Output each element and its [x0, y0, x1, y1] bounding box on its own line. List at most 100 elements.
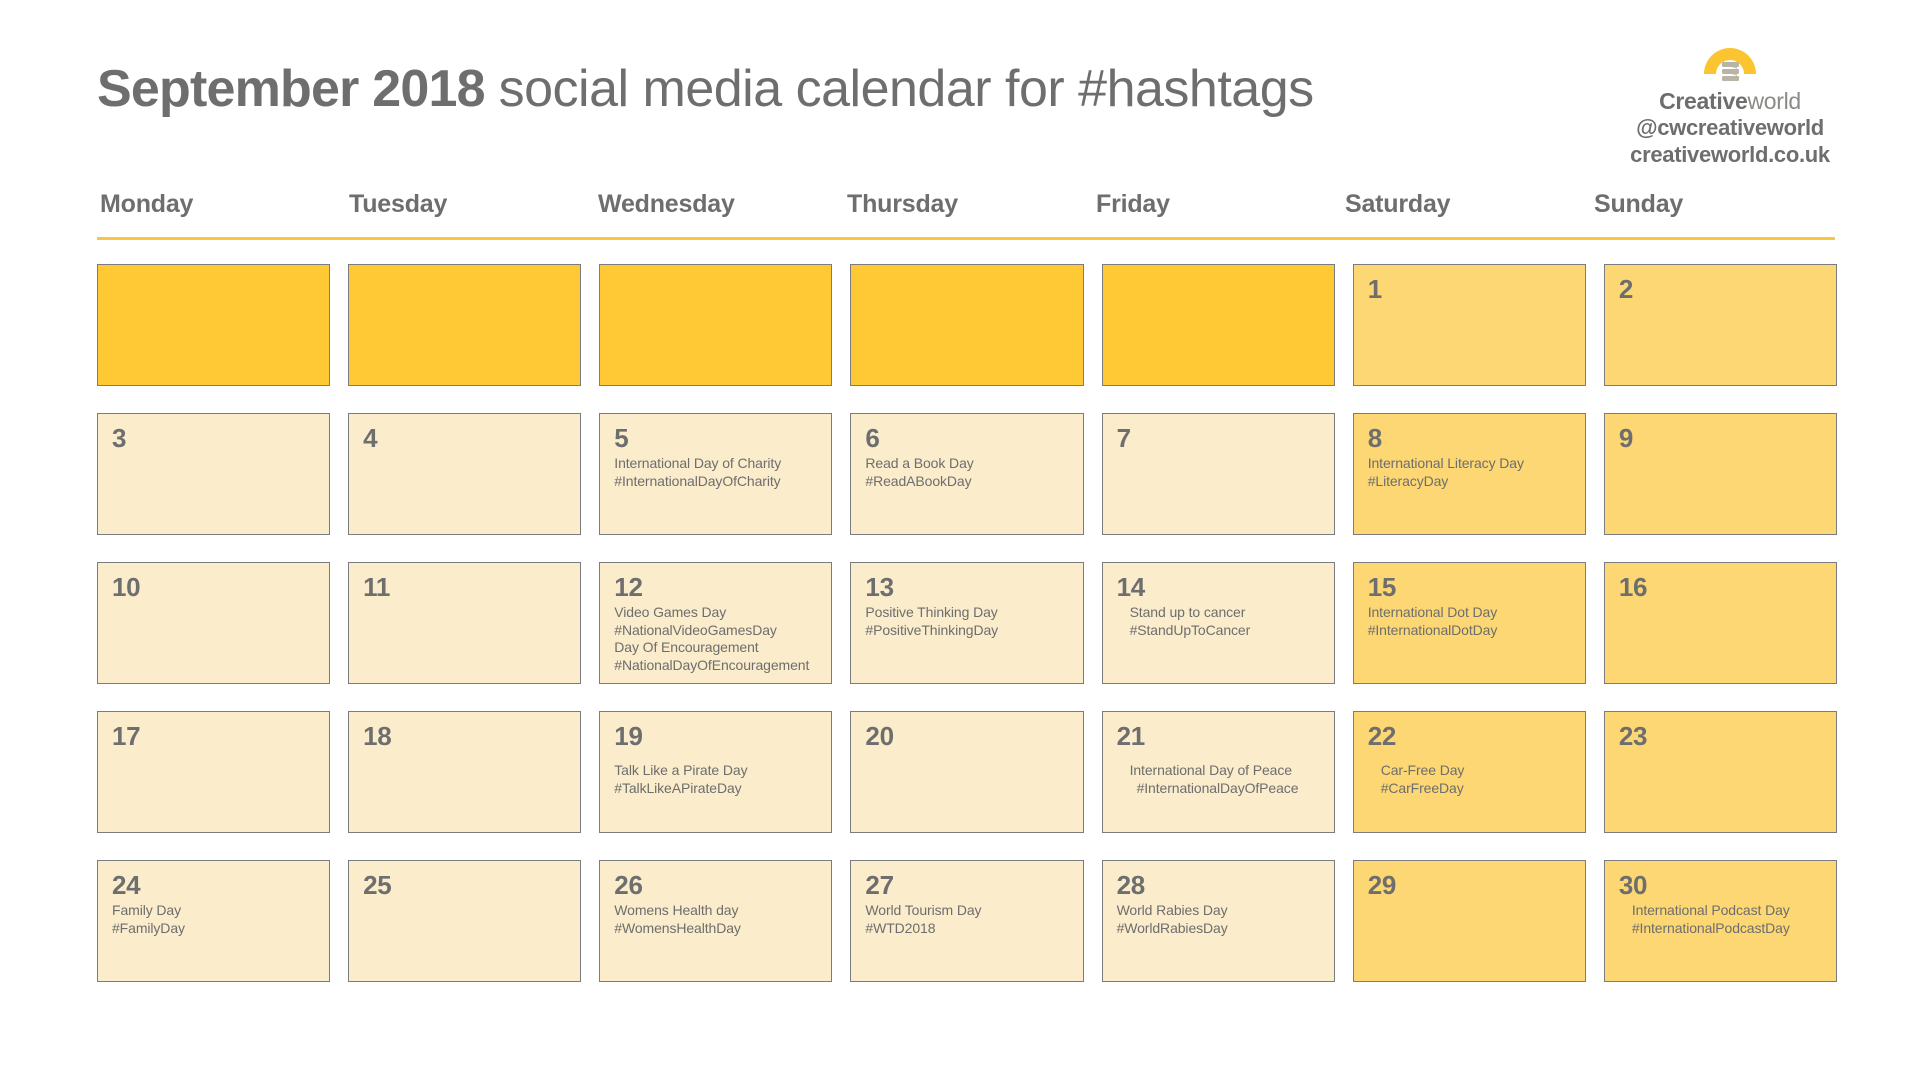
event-hashtag: #InternationalDotDay [1367, 621, 1498, 638]
day-events: World Tourism Day #WTD2018 [865, 902, 1070, 937]
calendar-day-cell-1[interactable]: 1 [1352, 264, 1586, 386]
event-hashtag: #FamilyDay [112, 919, 185, 936]
day-events: Video Games Day #NationalVideoGamesDay Day… [614, 604, 819, 674]
event-hashtag: #InternationalDayOfCharity [614, 472, 781, 489]
calendar-day-cell-3[interactable]: 3 [97, 413, 331, 535]
weekday-header-friday: Friday [1096, 190, 1170, 218]
calendar-day-cell-24[interactable]: 24 Family Day #FamilyDay [97, 860, 331, 982]
lightbulb-icon [1694, 24, 1766, 86]
day-number: 13 [865, 572, 894, 602]
day-number: 25 [363, 870, 392, 900]
calendar-empty-cell[interactable] [1101, 264, 1335, 386]
day-number: 8 [1367, 423, 1382, 453]
event-hashtag: #CarFreeDay [1380, 779, 1464, 796]
day-events: World Rabies Day #WorldRabiesDay [1117, 902, 1322, 937]
calendar-empty-cell[interactable] [97, 264, 331, 386]
event-hashtag: #InternationalDayOfPeace [1136, 779, 1299, 796]
weekday-header-saturday: Saturday [1345, 190, 1451, 218]
event-hashtag: #StandUpToCancer [1129, 621, 1251, 638]
calendar-day-cell-22[interactable]: 22 Car-Free Day #CarFreeDay [1352, 711, 1586, 833]
header-divider [97, 237, 1835, 240]
day-number: 20 [865, 721, 894, 751]
calendar-day-cell-21[interactable]: 21 International Day of Peace #Internation… [1101, 711, 1335, 833]
day-number: 23 [1618, 721, 1648, 751]
day-number: 4 [363, 423, 378, 453]
day-number: 29 [1367, 870, 1397, 900]
day-number: 5 [614, 423, 629, 453]
calendar-empty-cell[interactable] [599, 264, 833, 386]
day-number: 6 [865, 423, 880, 453]
calendar-day-cell-30[interactable]: 30 International Podcast Day #Internationa… [1603, 860, 1837, 982]
day-number: 14 [1116, 572, 1146, 602]
page-title: September 2018 social media calendar for… [97, 58, 1314, 120]
day-number: 3 [112, 423, 127, 453]
day-events: Car-Free Day #CarFreeDay [1368, 762, 1573, 797]
calendar-day-cell-10[interactable]: 10 [97, 562, 331, 684]
calendar-day-cell-29[interactable]: 29 [1352, 860, 1586, 982]
event-name: World Tourism Day [865, 902, 982, 918]
event-name: Family Day [112, 902, 182, 918]
brand-block: Creativeworld @cwcreativeworld creativew… [1580, 24, 1880, 168]
calendar-day-cell-12[interactable]: 12 Video Games Day #NationalVideoGamesDay D… [599, 562, 833, 684]
day-number: 10 [112, 572, 141, 602]
day-number: 18 [363, 721, 392, 751]
brand-name: Creativeworld [1580, 88, 1880, 114]
calendar-day-cell-7[interactable]: 7 [1101, 413, 1335, 535]
event-hashtag: #PositiveThinkingDay [865, 621, 999, 638]
calendar-day-cell-4[interactable]: 4 [348, 413, 582, 535]
calendar-weeks: 1 2 3 4 5 International Day of Charity #Intern… [97, 264, 1837, 982]
event-name: World Rabies Day [1116, 902, 1228, 918]
weekday-header-thursday: Thursday [847, 190, 958, 218]
calendar-day-cell-26[interactable]: 26 Womens Health day #WomensHealthDay [599, 860, 833, 982]
calendar-day-cell-2[interactable]: 2 [1603, 264, 1837, 386]
day-number: 27 [865, 870, 894, 900]
calendar-day-cell-28[interactable]: 28 World Rabies Day #WorldRabiesDay [1101, 860, 1335, 982]
day-number: 1 [1367, 274, 1382, 304]
calendar-day-cell-27[interactable]: 27 World Tourism Day #WTD2018 [850, 860, 1084, 982]
calendar-day-cell-15[interactable]: 15 International Dot Day #InternationalDot… [1352, 562, 1586, 684]
event-name: Stand up to cancer [1129, 604, 1246, 620]
calendar-day-cell-5[interactable]: 5 International Day of Charity #Internatio… [599, 413, 833, 535]
event-hashtag: #NationalVideoGamesDay [614, 621, 777, 638]
event-hashtag: #InternationalPodcastDay [1631, 919, 1790, 936]
calendar-empty-cell[interactable] [850, 264, 1084, 386]
event-name: Positive Thinking Day [865, 604, 998, 620]
title-subtitle: social media calendar for #hashtags [484, 60, 1314, 118]
calendar-day-cell-11[interactable]: 11 [348, 562, 582, 684]
day-events: Womens Health day #WomensHealthDay [614, 902, 819, 937]
calendar-day-cell-9[interactable]: 9 [1603, 413, 1837, 535]
event-hashtag: #WomensHealthDay [614, 919, 741, 936]
event-name: Talk Like a Pirate Day [614, 762, 748, 778]
calendar-day-cell-13[interactable]: 13 Positive Thinking Day #PositiveThinking… [850, 562, 1084, 684]
brand-website-url: creativeworld.co.uk [1630, 142, 1830, 167]
calendar-day-cell-8[interactable]: 8 International Literacy Day #LiteracyDay [1352, 413, 1586, 535]
calendar-day-cell-6[interactable]: 6 Read a Book Day #ReadABookDay [850, 413, 1084, 535]
day-number: 16 [1618, 572, 1648, 602]
day-events: International Dot Day #InternationalDotDa… [1368, 604, 1573, 639]
calendar-empty-cell[interactable] [348, 264, 582, 386]
event-hashtag: #WorldRabiesDay [1116, 919, 1228, 936]
event-hashtag: #LiteracyDay [1367, 472, 1449, 489]
calendar-day-cell-23[interactable]: 23 [1603, 711, 1837, 833]
weekday-header-tuesday: Tuesday [349, 190, 448, 218]
calendar-page: September 2018 social media calendar for… [0, 0, 1920, 1080]
calendar-day-cell-17[interactable]: 17 [97, 711, 331, 833]
day-events: Read a Book Day #ReadABookDay [865, 455, 1070, 490]
calendar-day-cell-25[interactable]: 25 [348, 860, 582, 982]
calendar-day-cell-18[interactable]: 18 [348, 711, 582, 833]
brand-social-handle: @cwcreativeworld [1636, 115, 1824, 140]
brand-name-light: world [1747, 88, 1801, 114]
weekday-header-sunday: Sunday [1594, 190, 1684, 218]
event-hashtag: #NationalDayOfEncouragement [614, 656, 810, 673]
page-header: September 2018 social media calendar for… [0, 0, 1920, 190]
calendar-day-cell-19[interactable]: 19 Talk Like a Pirate Day #TalkLikeAPirate… [599, 711, 833, 833]
weekday-header-wednesday: Wednesday [598, 190, 735, 218]
calendar-day-cell-14[interactable]: 14 Stand up to cancer #StandUpToCancer [1101, 562, 1335, 684]
calendar-grid: Monday Tuesday Wednesday Thursday Friday Satu… [97, 190, 1837, 982]
event-hashtag: #ReadABookDay [865, 472, 972, 489]
event-hashtag: #WTD2018 [865, 919, 936, 936]
calendar-day-cell-20[interactable]: 20 [850, 711, 1084, 833]
weekday-header-row: Monday Tuesday Wednesday Thursday Friday Satu… [97, 190, 1837, 237]
day-events: International Day of Charity #Internation… [614, 455, 819, 490]
calendar-day-cell-16[interactable]: 16 [1603, 562, 1837, 684]
